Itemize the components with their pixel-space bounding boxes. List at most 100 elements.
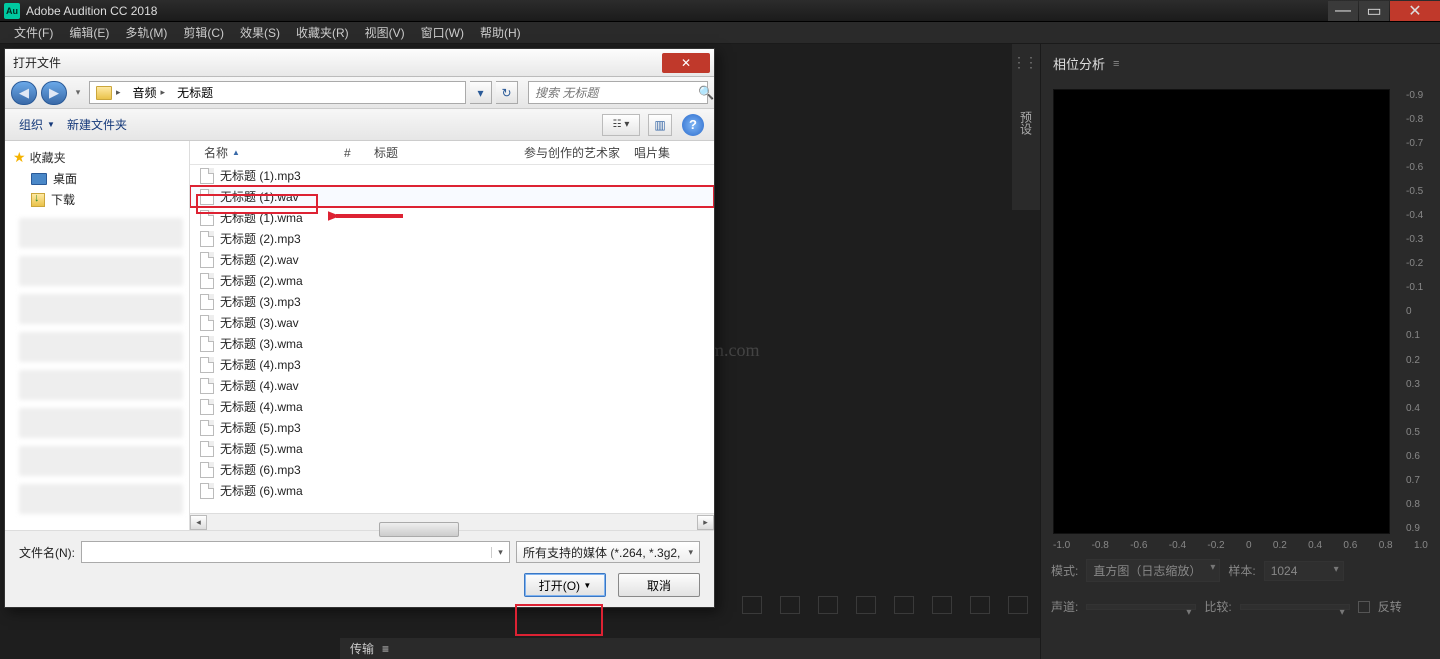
tool-icon[interactable]: [932, 596, 952, 614]
tool-icon[interactable]: [780, 596, 800, 614]
file-row[interactable]: 无标题 (4).wav: [190, 375, 714, 396]
dialog-close-button[interactable]: ✕: [662, 53, 710, 73]
tick: 0.2: [1273, 540, 1287, 551]
filename-input[interactable]: [82, 545, 491, 559]
file-name: 无标题 (3).wav: [220, 314, 299, 331]
nav-back-button[interactable]: ◀: [11, 81, 37, 105]
file-name: 无标题 (5).mp3: [220, 419, 301, 436]
channel-dropdown[interactable]: [1086, 604, 1196, 610]
hamburger-icon[interactable]: ≡: [382, 642, 389, 656]
breadcrumb-seg[interactable]: 无标题: [177, 84, 213, 101]
col-album[interactable]: 唱片集: [628, 144, 678, 161]
file-row[interactable]: 无标题 (3).wma: [190, 333, 714, 354]
nav-history-dropdown[interactable]: ▾: [71, 87, 85, 98]
app-logo: Au: [4, 3, 20, 19]
file-row[interactable]: 无标题 (2).wav: [190, 249, 714, 270]
tool-icon[interactable]: [1008, 596, 1028, 614]
tool-icon[interactable]: [894, 596, 914, 614]
filetype-dropdown[interactable]: 所有支持的媒体 (*.264, *.3g2,▾: [516, 541, 700, 563]
file-row[interactable]: 无标题 (6).wma: [190, 480, 714, 501]
menu-help[interactable]: 帮助(H): [474, 22, 527, 43]
file-row[interactable]: 无标题 (4).wma: [190, 396, 714, 417]
file-name: 无标题 (3).wma: [220, 335, 303, 352]
refresh-button[interactable]: ↻: [496, 81, 518, 104]
open-button[interactable]: 打开(O) ▼: [524, 573, 606, 597]
invert-checkbox[interactable]: [1358, 601, 1370, 613]
address-bar[interactable]: ▸ 音频▸ 无标题: [89, 81, 466, 104]
scroll-left[interactable]: ◂: [190, 515, 207, 530]
dialog-titlebar[interactable]: 打开文件 ✕: [5, 49, 714, 77]
help-button[interactable]: ?: [682, 114, 704, 136]
nav-blurred: [19, 370, 183, 400]
menu-window[interactable]: 窗口(W): [415, 22, 470, 43]
file-row[interactable]: 无标题 (5).mp3: [190, 417, 714, 438]
file-row[interactable]: 无标题 (2).wma: [190, 270, 714, 291]
menu-effects[interactable]: 效果(S): [234, 22, 286, 43]
menu-file[interactable]: 文件(F): [8, 22, 59, 43]
grip-icon[interactable]: ⋮⋮⋮: [1012, 54, 1040, 71]
filename-dropdown[interactable]: ▾: [491, 547, 509, 558]
compare-dropdown[interactable]: [1240, 604, 1350, 610]
file-row[interactable]: 无标题 (2).mp3: [190, 228, 714, 249]
scroll-right[interactable]: ▸: [697, 515, 714, 530]
favorites-header[interactable]: ★收藏夹: [5, 147, 189, 168]
tool-icon[interactable]: [970, 596, 990, 614]
file-icon: [200, 462, 214, 478]
file-name: 无标题 (5).wma: [220, 440, 303, 457]
dialog-footer: 文件名(N): ▾ 所有支持的媒体 (*.264, *.3g2,▾ 打开(O) …: [5, 530, 714, 607]
transport-label: 传输: [350, 640, 374, 657]
col-name[interactable]: 名称▲: [198, 144, 338, 161]
minimize-button[interactable]: —: [1328, 1, 1358, 21]
search-input[interactable]: [535, 86, 692, 100]
menu-clip[interactable]: 剪辑(C): [177, 22, 230, 43]
file-row[interactable]: 无标题 (1).wma: [190, 207, 714, 228]
tick: 0.3: [1392, 379, 1434, 390]
col-artist[interactable]: 参与创作的艺术家: [518, 144, 628, 161]
search-box[interactable]: 🔍: [528, 81, 708, 104]
organize-button[interactable]: 组织▼: [15, 114, 59, 135]
file-row[interactable]: 无标题 (4).mp3: [190, 354, 714, 375]
tool-icon[interactable]: [742, 596, 762, 614]
tick: 0.2: [1392, 355, 1434, 366]
nav-blurred: [19, 294, 183, 324]
tool-icon[interactable]: [818, 596, 838, 614]
maximize-button[interactable]: ▭: [1359, 1, 1389, 21]
tick: 0.5: [1392, 427, 1434, 438]
menu-view[interactable]: 视图(V): [359, 22, 411, 43]
address-dropdown[interactable]: ▾: [470, 81, 492, 104]
file-row[interactable]: 无标题 (6).mp3: [190, 459, 714, 480]
view-dropdown[interactable]: ☷ ▾: [602, 114, 640, 136]
file-name: 无标题 (2).wav: [220, 251, 299, 268]
scroll-thumb[interactable]: [379, 522, 459, 537]
invert-label: 反转: [1378, 598, 1402, 615]
nav-fwd-button[interactable]: ▶: [41, 81, 67, 105]
col-title[interactable]: 标题: [368, 144, 518, 161]
nav-downloads[interactable]: 下载: [5, 189, 189, 210]
col-number[interactable]: #: [338, 146, 368, 160]
tick: 0.1: [1392, 330, 1434, 341]
nav-desktop[interactable]: 桌面: [5, 168, 189, 189]
filename-field[interactable]: ▾: [81, 541, 510, 563]
tool-icon[interactable]: [856, 596, 876, 614]
mode-dropdown[interactable]: 直方图（日志缩放）: [1086, 559, 1220, 582]
file-row[interactable]: 无标题 (3).mp3: [190, 291, 714, 312]
menu-edit[interactable]: 编辑(E): [63, 22, 115, 43]
file-icon: [200, 252, 214, 268]
app-close-button[interactable]: ✕: [1390, 1, 1440, 21]
file-name: 无标题 (3).mp3: [220, 293, 301, 310]
menu-multitrack[interactable]: 多轨(M): [119, 22, 173, 43]
horizontal-scrollbar[interactable]: ◂ ▸: [190, 513, 714, 530]
menu-favorites[interactable]: 收藏夹(R): [290, 22, 355, 43]
search-icon[interactable]: 🔍: [698, 85, 714, 101]
file-row[interactable]: 无标题 (3).wav: [190, 312, 714, 333]
file-icon: [200, 315, 214, 331]
new-folder-button[interactable]: 新建文件夹: [63, 114, 131, 135]
hamburger-icon[interactable]: ≡: [1113, 58, 1119, 70]
samples-dropdown[interactable]: 1024: [1264, 561, 1344, 581]
breadcrumb-seg[interactable]: 音频: [133, 84, 157, 101]
file-row[interactable]: 无标题 (5).wma: [190, 438, 714, 459]
file-row[interactable]: 无标题 (1).mp3: [190, 165, 714, 186]
cancel-button[interactable]: 取消: [618, 573, 700, 597]
file-row[interactable]: 无标题 (1).wav: [190, 186, 714, 207]
preview-pane-button[interactable]: ▥: [648, 114, 672, 136]
